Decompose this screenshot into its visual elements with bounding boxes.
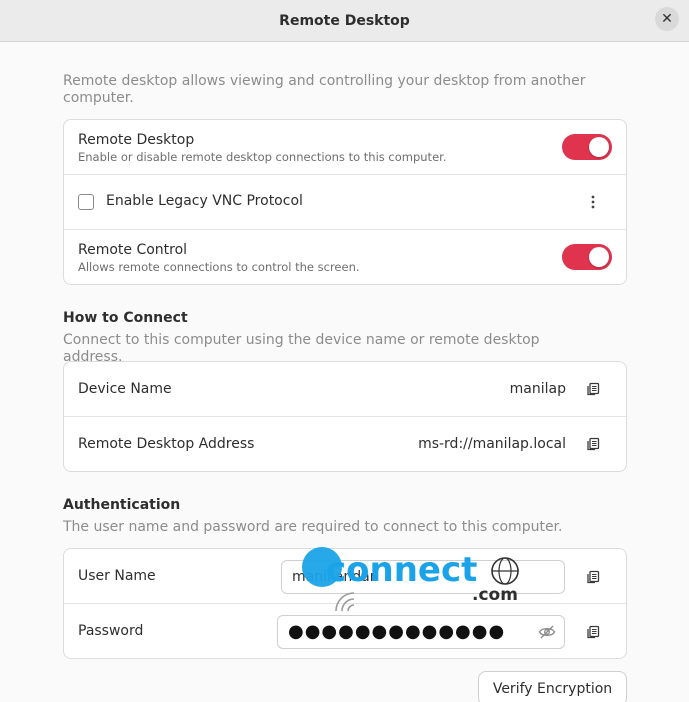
intro-description: Remote desktop allows viewing and contro… xyxy=(63,73,586,106)
remote-control-title: Remote Control xyxy=(78,242,188,258)
address-row: Remote Desktop Address ms-rd://manilap.l… xyxy=(64,417,626,471)
remote-desktop-subtitle: Enable or disable remote desktop connect… xyxy=(78,150,447,164)
verify-encryption-button[interactable]: Verify Encryption xyxy=(478,671,627,702)
title-bar: Remote Desktop ✕ xyxy=(0,0,689,42)
connection-card: Device Name manilap Remote Desktop Addre… xyxy=(63,361,627,472)
sharing-card: Remote Desktop Enable or disable remote … xyxy=(63,119,627,285)
toggle-knob xyxy=(589,247,609,267)
copy-icon[interactable] xyxy=(586,437,600,451)
toggle-knob xyxy=(589,137,609,157)
device-name-label: Device Name xyxy=(78,381,172,397)
remote-desktop-toggle[interactable] xyxy=(562,134,612,160)
password-value: ●●●●●●●●●●●●● xyxy=(288,621,506,642)
address-label: Remote Desktop Address xyxy=(78,436,255,452)
password-row: Password ●●●●●●●●●●●●● xyxy=(64,604,626,658)
legacy-vnc-row: Enable Legacy VNC Protocol xyxy=(64,175,626,230)
address-value: ms-rd://manilap.local xyxy=(418,436,566,452)
close-icon: ✕ xyxy=(661,11,673,27)
copy-icon[interactable] xyxy=(586,625,600,639)
username-input[interactable]: manikandan xyxy=(281,560,565,594)
window-title: Remote Desktop xyxy=(279,12,410,29)
remote-control-subtitle: Allows remote connections to control the… xyxy=(78,260,360,274)
remote-desktop-title: Remote Desktop xyxy=(78,132,195,148)
authentication-description: The user name and password are required … xyxy=(63,519,563,535)
legacy-vnc-checkbox[interactable] xyxy=(78,194,94,210)
remote-control-toggle[interactable] xyxy=(562,244,612,270)
close-button[interactable]: ✕ xyxy=(655,7,679,31)
username-label: User Name xyxy=(78,568,156,584)
remote-control-row: Remote Control Allows remote connections… xyxy=(64,230,626,284)
username-row: User Name manikandan xyxy=(64,549,626,604)
device-name-value: manilap xyxy=(509,381,566,397)
legacy-vnc-label: Enable Legacy VNC Protocol xyxy=(106,193,303,209)
authentication-card: User Name manikandan Password ●●●●●●●●●●… xyxy=(63,548,627,659)
password-label: Password xyxy=(78,623,144,639)
device-name-row: Device Name manilap xyxy=(64,362,626,417)
kebab-menu-icon[interactable] xyxy=(586,192,600,212)
password-input[interactable]: ●●●●●●●●●●●●● xyxy=(277,615,565,649)
copy-icon[interactable] xyxy=(586,570,600,584)
remote-desktop-row: Remote Desktop Enable or disable remote … xyxy=(64,120,626,175)
reveal-password-icon[interactable] xyxy=(538,624,556,640)
authentication-heading: Authentication xyxy=(63,497,181,513)
copy-icon[interactable] xyxy=(586,382,600,396)
how-to-connect-heading: How to Connect xyxy=(63,310,188,326)
